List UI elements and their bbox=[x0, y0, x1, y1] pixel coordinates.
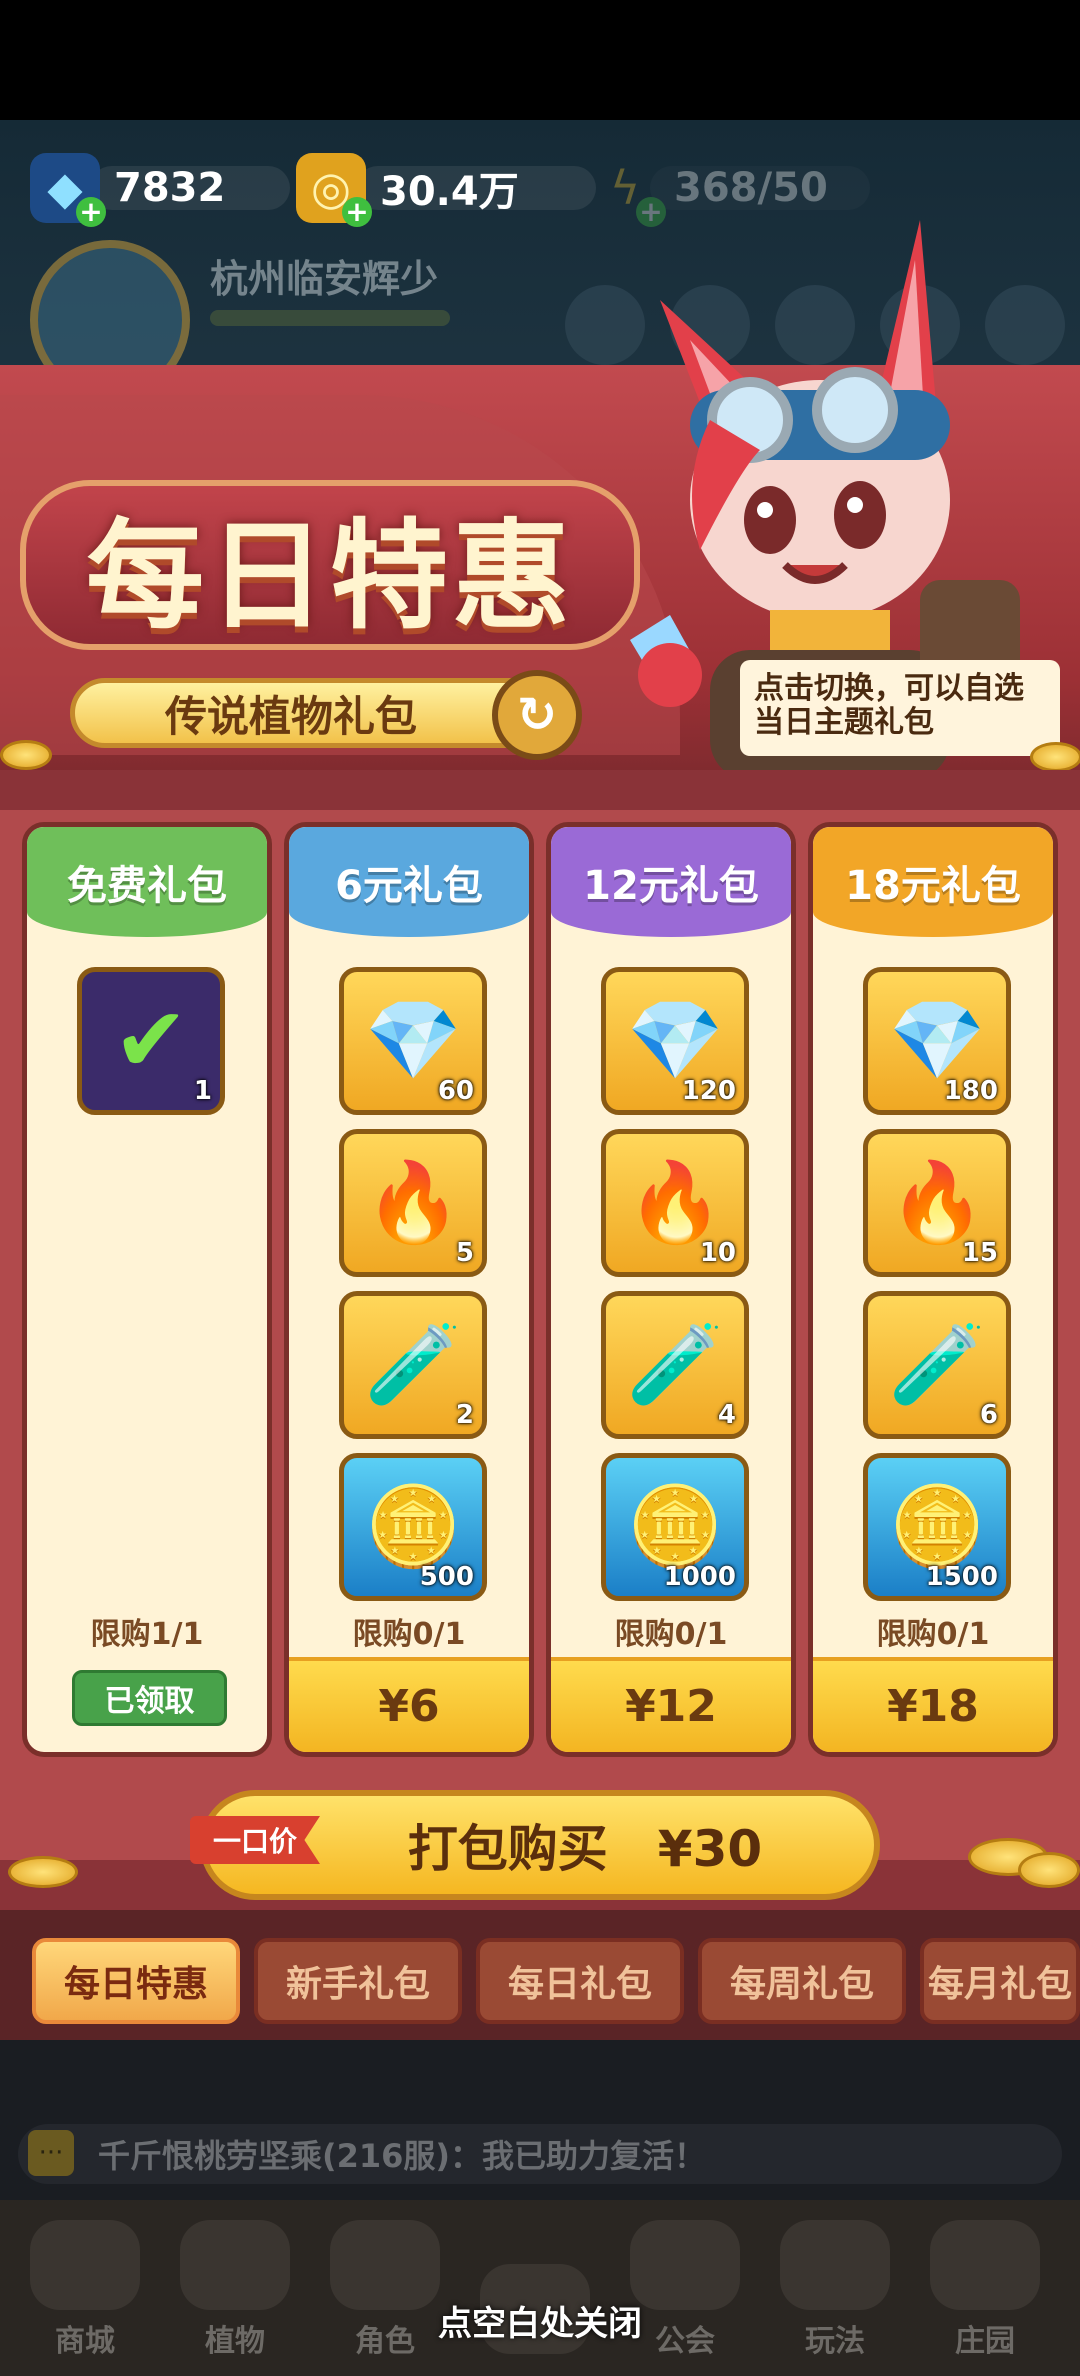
item-quantity: 1000 bbox=[663, 1562, 736, 1592]
gift-card-title: 免费礼包 bbox=[27, 827, 267, 937]
coin-icon: 🪙 bbox=[888, 1482, 986, 1572]
energy-counter[interactable]: ϟ + 368/50 bbox=[590, 150, 870, 227]
diamond-counter[interactable]: ◆ + 7832 bbox=[30, 150, 290, 227]
status-bar-area bbox=[0, 0, 1080, 120]
reward-item[interactable]: 💎 60 bbox=[339, 967, 487, 1115]
gift-card[interactable]: 免费礼包 ✔ 1 限购1/1 已领取 bbox=[22, 822, 272, 1757]
reward-item[interactable]: 🔥 10 bbox=[601, 1129, 749, 1277]
coin-decoration bbox=[1018, 1852, 1080, 1888]
diamond-icon: ◆ + bbox=[30, 153, 106, 227]
check-icon: ✔ bbox=[113, 988, 189, 1093]
reward-item[interactable]: 🧪 4 bbox=[601, 1291, 749, 1439]
reward-item[interactable]: 💎 180 bbox=[863, 967, 1011, 1115]
coin-decoration bbox=[1030, 742, 1080, 772]
tab-4[interactable]: 每月礼包 bbox=[920, 1938, 1080, 2024]
diamond-icon: 💎 bbox=[888, 996, 986, 1086]
gold-counter[interactable]: ◎ + 30.4万 bbox=[296, 150, 596, 227]
item-quantity: 5 bbox=[455, 1238, 474, 1268]
potion-icon: 🧪 bbox=[626, 1320, 724, 1410]
bundle-label: 打包购买 ¥30 bbox=[407, 1820, 763, 1878]
chat-message[interactable]: 千斤恨桃劳坚乘(216服)：我已助力复活！ bbox=[18, 2124, 1062, 2184]
coin-icon: 🪙 bbox=[626, 1482, 724, 1572]
reward-item[interactable]: 🔥 15 bbox=[863, 1129, 1011, 1277]
tab-2[interactable]: 每日礼包 bbox=[476, 1938, 684, 2024]
reward-item[interactable]: 🪙 1500 bbox=[863, 1453, 1011, 1601]
switch-theme-button[interactable]: ↻ bbox=[492, 670, 582, 760]
player-name: 杭州临安辉少 bbox=[210, 257, 439, 301]
item-quantity: 4 bbox=[717, 1400, 736, 1430]
diamond-icon: 💎 bbox=[364, 996, 462, 1086]
refresh-icon: ↻ bbox=[516, 687, 558, 743]
tab-1[interactable]: 新手礼包 bbox=[254, 1938, 462, 2024]
chat-icon: ··· bbox=[28, 2130, 74, 2176]
gift-card[interactable]: 12元礼包 💎 120 🔥 10 🧪 4 🪙 1000 限购0/1 ¥12 bbox=[546, 822, 796, 1757]
close-hint[interactable]: 点空白处关闭 bbox=[0, 2296, 1080, 2345]
claimed-button[interactable]: 已领取 bbox=[72, 1670, 227, 1726]
gold-value: 30.4万 bbox=[356, 166, 596, 215]
page-title: 每日特惠 bbox=[85, 506, 574, 645]
purchase-limit: 限购0/1 bbox=[876, 1617, 990, 1652]
item-quantity: 180 bbox=[943, 1076, 998, 1106]
item-quantity: 500 bbox=[419, 1562, 474, 1592]
item-quantity: 2 bbox=[455, 1400, 474, 1430]
title-plate: 每日特惠 bbox=[20, 480, 640, 650]
gift-card[interactable]: 18元礼包 💎 180 🔥 15 🧪 6 🪙 1500 限购0/1 ¥18 bbox=[808, 822, 1058, 1757]
gift-card-title: 18元礼包 bbox=[813, 827, 1053, 937]
flame-icon: 🔥 bbox=[364, 1158, 462, 1248]
coin-icon: 🪙 bbox=[364, 1482, 462, 1572]
flame-icon: 🔥 bbox=[626, 1158, 724, 1248]
lightning-icon: ϟ + bbox=[590, 153, 666, 227]
reward-item[interactable]: 🧪 2 bbox=[339, 1291, 487, 1439]
coin-decoration bbox=[0, 740, 52, 770]
diamond-value: 7832 bbox=[90, 165, 290, 211]
coin-decoration bbox=[8, 1856, 78, 1888]
potion-icon: 🧪 bbox=[888, 1320, 986, 1410]
reward-item[interactable]: 🔥 5 bbox=[339, 1129, 487, 1277]
reward-item[interactable]: 🧪 6 bbox=[863, 1291, 1011, 1439]
reward-item[interactable]: 🪙 1000 bbox=[601, 1453, 749, 1601]
item-quantity: 10 bbox=[699, 1238, 736, 1268]
energy-value: 368/50 bbox=[650, 165, 870, 211]
purchase-limit: 限购0/1 bbox=[352, 1617, 466, 1652]
purchase-limit: 限购0/1 bbox=[614, 1617, 728, 1652]
potion-icon: 🧪 bbox=[364, 1320, 462, 1410]
flame-icon: 🔥 bbox=[888, 1158, 986, 1248]
diamond-icon: 💎 bbox=[626, 996, 724, 1086]
player-exp-bar bbox=[210, 310, 450, 326]
buy-button[interactable]: ¥18 bbox=[813, 1657, 1053, 1752]
coin-icon: ◎ + bbox=[296, 153, 372, 227]
item-quantity: 60 bbox=[437, 1076, 474, 1106]
purchase-limit: 限购1/1 bbox=[90, 1617, 204, 1652]
gift-card[interactable]: 6元礼包 💎 60 🔥 5 🧪 2 🪙 500 限购0/1 ¥6 bbox=[284, 822, 534, 1757]
item-quantity: 1 bbox=[193, 1076, 212, 1106]
gift-card-title: 6元礼包 bbox=[289, 827, 529, 937]
fixed-price-flag: 一口价 bbox=[190, 1816, 320, 1864]
reward-item[interactable]: 🪙 500 bbox=[339, 1453, 487, 1601]
tab-0[interactable]: 每日特惠 bbox=[32, 1938, 240, 2024]
buy-button[interactable]: ¥12 bbox=[551, 1657, 791, 1752]
item-quantity: 120 bbox=[681, 1076, 736, 1106]
reward-item[interactable]: 💎 120 bbox=[601, 967, 749, 1115]
item-quantity: 6 bbox=[979, 1400, 998, 1430]
reward-item[interactable]: ✔ 1 bbox=[77, 967, 225, 1115]
buy-button[interactable]: ¥6 bbox=[289, 1657, 529, 1752]
switch-tip: 点击切换，可以自选当日主题礼包 bbox=[740, 660, 1060, 756]
item-quantity: 15 bbox=[961, 1238, 998, 1268]
item-quantity: 1500 bbox=[925, 1562, 998, 1592]
gift-card-title: 12元礼包 bbox=[551, 827, 791, 937]
tab-3[interactable]: 每周礼包 bbox=[698, 1938, 906, 2024]
